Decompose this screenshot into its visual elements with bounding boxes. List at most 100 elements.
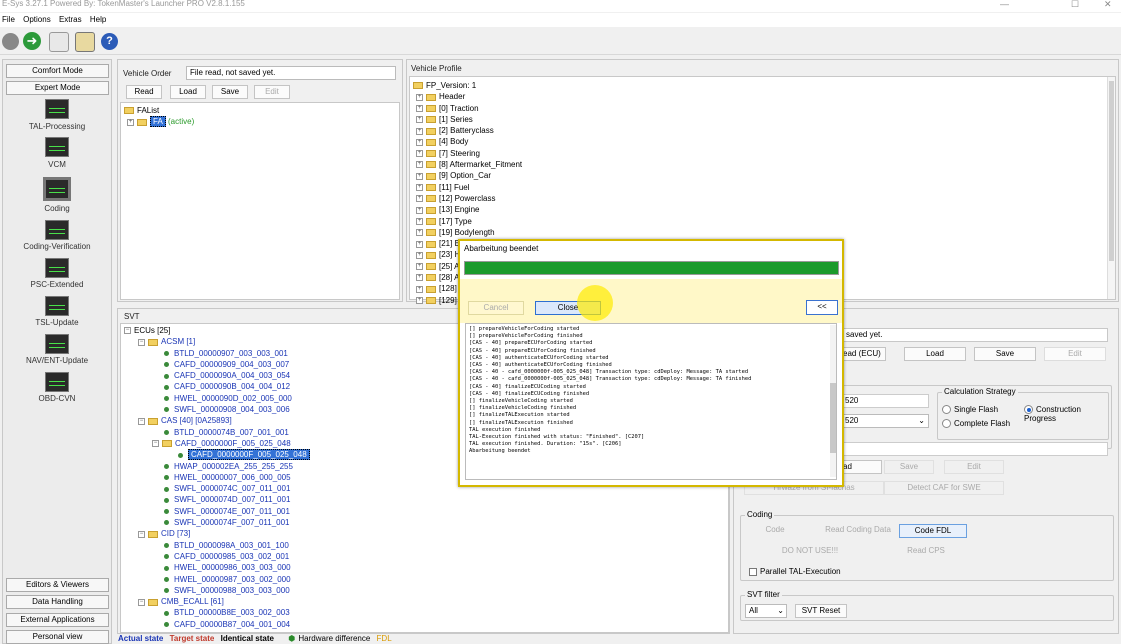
- scrollbar[interactable]: [1107, 77, 1115, 299]
- expand-icon[interactable]: +: [416, 150, 423, 158]
- istep-select-1[interactable]: 520: [841, 394, 929, 408]
- svt-row[interactable]: BTLD_00000907_003_003_001: [124, 348, 310, 359]
- menu-options[interactable]: Options: [23, 15, 51, 24]
- tal-save-button[interactable]: Save: [974, 347, 1036, 361]
- menu-extras[interactable]: Extras: [59, 15, 82, 24]
- menu-file[interactable]: File: [2, 15, 15, 24]
- tree-row[interactable]: + [2] Batteryclass: [413, 125, 522, 136]
- load-icon[interactable]: [75, 32, 95, 52]
- read-button[interactable]: Read: [126, 85, 162, 99]
- svt-row[interactable]: SWFL_00000988_003_003_000: [124, 585, 310, 596]
- svt-row[interactable]: HWEL_00000007_006_000_005: [124, 472, 310, 483]
- comfort-mode-button[interactable]: Comfort Mode: [6, 64, 109, 78]
- save-button[interactable]: Save: [212, 85, 248, 99]
- expand-icon[interactable]: +: [416, 217, 423, 225]
- tal-field[interactable]: saved yet.: [842, 328, 1108, 342]
- tree-row[interactable]: FP_Version: 1: [413, 80, 522, 91]
- tree-row[interactable]: + [9] Option_Car: [413, 170, 522, 181]
- cancel-button[interactable]: Cancel: [468, 301, 524, 315]
- collapse-icon[interactable]: −: [138, 338, 145, 346]
- tsl-update-icon[interactable]: [45, 296, 69, 316]
- do-not-use-button[interactable]: DO NOT USE!!!: [745, 545, 875, 559]
- data-handling-button[interactable]: Data Handling: [6, 595, 109, 609]
- minimize-icon[interactable]: —: [1000, 0, 1009, 9]
- collapse-icon[interactable]: −: [152, 440, 159, 448]
- coding-icon[interactable]: [43, 177, 71, 201]
- svt-row[interactable]: CAFD_00000985_003_002_001: [124, 551, 310, 562]
- fp-read-button[interactable]: ad: [842, 460, 882, 474]
- fp-edit-button[interactable]: Edit: [944, 460, 1004, 474]
- svt-row[interactable]: CAFD_0000090B_004_004_012: [124, 381, 310, 392]
- expand-icon[interactable]: +: [416, 104, 423, 112]
- tree-row[interactable]: + [11] Fuel: [413, 182, 522, 193]
- expand-icon[interactable]: +: [416, 93, 423, 101]
- read-cps-button[interactable]: Read CPS: [891, 545, 961, 559]
- expand-icon[interactable]: +: [416, 240, 423, 248]
- svt-row[interactable]: SWFL_00000908_004_003_006: [124, 404, 310, 415]
- vcm-icon[interactable]: [45, 137, 69, 157]
- collapse-icon[interactable]: −: [138, 598, 145, 606]
- collapse-icon[interactable]: −: [138, 417, 145, 425]
- svt-row[interactable]: HWAP_00000B92_001_007_000: [124, 630, 310, 632]
- svt-row[interactable]: SWFL_0000074C_007_011_001: [124, 483, 310, 494]
- tal-load-button[interactable]: Load: [904, 347, 966, 361]
- svt-row[interactable]: HWEL_00000987_003_002_000: [124, 574, 310, 585]
- tree-row[interactable]: + [7] Steering: [413, 148, 522, 159]
- tree-row[interactable]: + [12] Powerclass: [413, 193, 522, 204]
- code-fdl-button[interactable]: Code FDL: [899, 524, 967, 538]
- svt-row[interactable]: − CID [73]: [124, 528, 310, 539]
- tree-row[interactable]: + [19] Bodylength: [413, 227, 522, 238]
- code-button[interactable]: Code: [745, 524, 805, 538]
- tree-row[interactable]: + [0] Traction: [413, 103, 522, 114]
- expand-icon[interactable]: +: [416, 263, 423, 271]
- expand-icon[interactable]: +: [416, 229, 423, 237]
- tal-edit-button[interactable]: Edit: [1044, 347, 1106, 361]
- expand-icon[interactable]: +: [127, 118, 134, 126]
- coding-verification-icon[interactable]: [45, 220, 69, 240]
- disconnect-icon[interactable]: [2, 33, 19, 50]
- svt-row[interactable]: SWFL_0000074E_007_011_001: [124, 506, 310, 517]
- svt-filter-select[interactable]: All ⌄: [745, 604, 787, 618]
- fp-save-button[interactable]: Save: [884, 460, 934, 474]
- svt-row[interactable]: − CMB_ECALL [61]: [124, 596, 310, 607]
- close-window-icon[interactable]: ✕: [1104, 0, 1112, 9]
- maximize-icon[interactable]: ☐: [1071, 0, 1079, 9]
- svt-row[interactable]: BTLD_00000B8E_003_002_003: [124, 607, 310, 618]
- parallel-tal-checkbox[interactable]: Parallel TAL-Execution: [749, 567, 841, 576]
- expand-icon[interactable]: +: [416, 127, 423, 135]
- collapse-icon[interactable]: −: [138, 530, 145, 538]
- svt-row[interactable]: HWEL_00000986_003_003_000: [124, 562, 310, 573]
- connect-arrow-icon[interactable]: ➜: [23, 32, 41, 50]
- psc-extended-icon[interactable]: [45, 258, 69, 278]
- expand-icon[interactable]: +: [416, 251, 423, 259]
- tree-row[interactable]: + [1] Series: [413, 114, 522, 125]
- obd-cvn-icon[interactable]: [45, 372, 69, 392]
- collapse-icon[interactable]: −: [124, 327, 131, 335]
- expand-icon[interactable]: +: [416, 172, 423, 180]
- tree-row[interactable]: + [4] Body: [413, 136, 522, 147]
- editors-viewers-button[interactable]: Editors & Viewers: [6, 578, 109, 592]
- menu-help[interactable]: Help: [90, 15, 106, 24]
- edit-button[interactable]: Edit: [254, 85, 290, 99]
- svt-row[interactable]: BTLD_0000074B_007_001_001: [124, 427, 310, 438]
- svt-row[interactable]: − CAFD_0000000F_005_025_048: [124, 438, 310, 449]
- svt-row[interactable]: CAFD_0000000F_005_025_048: [124, 449, 310, 461]
- tree-row[interactable]: + [13] Engine: [413, 204, 522, 215]
- log-scrollbar[interactable]: [830, 325, 836, 477]
- svt-reset-button[interactable]: SVT Reset: [795, 604, 847, 618]
- tree-row[interactable]: + [17] Type: [413, 216, 522, 227]
- svt-row[interactable]: CAFD_00000B87_004_001_004: [124, 619, 310, 630]
- svt-row[interactable]: − CAS [40] [0A25893]: [124, 415, 310, 426]
- detect-caf-button[interactable]: Detect CAF for SWE: [884, 481, 1004, 495]
- single-flash-radio[interactable]: Single Flash: [942, 405, 998, 415]
- svt-row[interactable]: CAFD_00000909_004_003_007: [124, 359, 310, 370]
- expert-mode-button[interactable]: Expert Mode: [6, 81, 109, 95]
- svt-row[interactable]: CAFD_0000090A_004_003_054: [124, 370, 310, 381]
- vehicle-order-field[interactable]: File read, not saved yet.: [186, 66, 396, 80]
- svt-row[interactable]: SWFL_0000074D_007_011_001: [124, 494, 310, 505]
- svt-row[interactable]: SWFL_0000074F_007_011_001: [124, 517, 310, 528]
- expand-icon[interactable]: +: [416, 297, 423, 305]
- collapse-button[interactable]: <<: [806, 300, 838, 315]
- svt-row[interactable]: HWEL_0000090D_002_005_000: [124, 393, 310, 404]
- help-icon[interactable]: ?: [101, 33, 118, 50]
